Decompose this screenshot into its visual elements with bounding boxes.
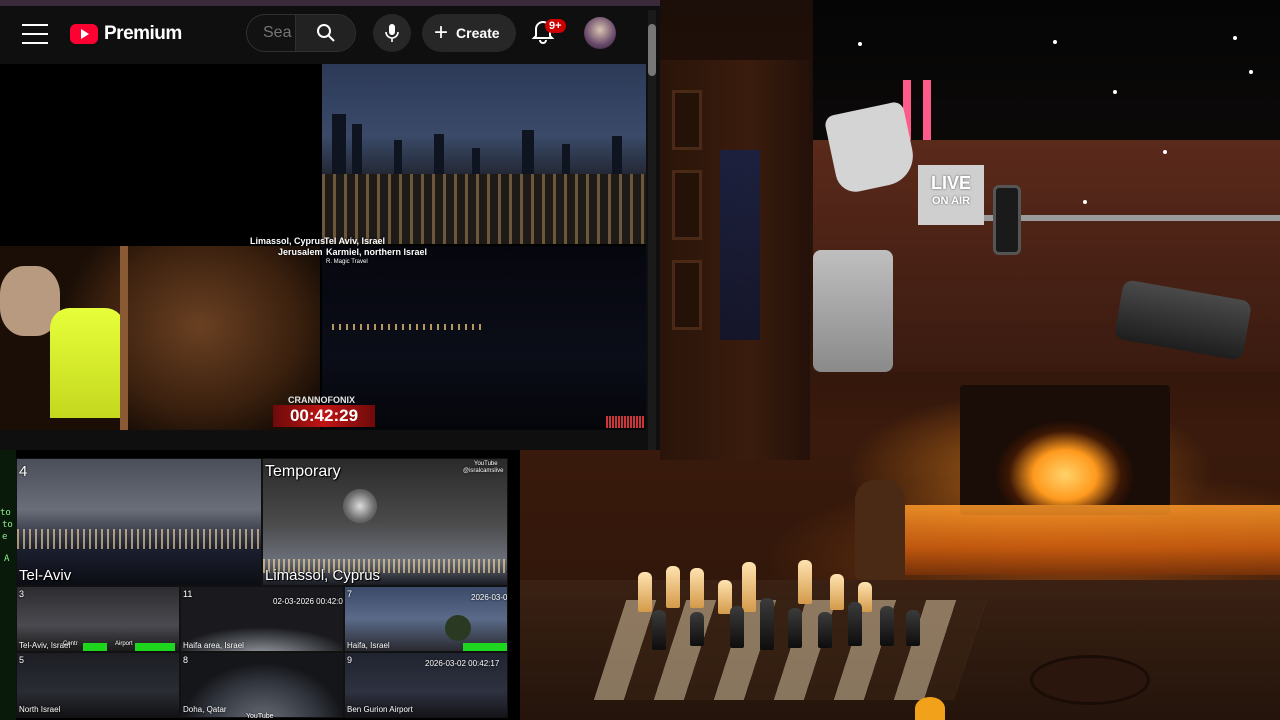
cam-9-ben-gurion[interactable]: 9 2026-03-02 00:42:17 Ben Gurion Airport — [344, 652, 508, 718]
plus-icon: + — [434, 19, 449, 46]
page-scrollbar[interactable] — [648, 10, 656, 450]
microphone-icon — [385, 24, 399, 42]
caption-limassol: Limassol, Cyprus — [250, 236, 326, 246]
cam-7-haifa[interactable]: 7 2026-03-02 Haifa, Israel — [344, 586, 508, 652]
audio-meter — [606, 416, 644, 428]
search-input[interactable] — [247, 15, 295, 51]
wall-frame — [672, 260, 702, 330]
status-bar — [135, 643, 175, 651]
hamburger-menu-icon[interactable] — [22, 24, 48, 44]
weight-plate — [993, 185, 1021, 255]
cam-label: Tel-Aviv — [19, 567, 72, 584]
video-cell-jerusalem — [0, 246, 320, 430]
desktop-stream-mashup: LIVE ON AIR Premium + Create — [0, 0, 1280, 720]
channel-brand: CRANNOFONIX — [288, 395, 355, 405]
resistance-band — [923, 80, 931, 140]
live-on-air-sign: LIVE ON AIR — [918, 165, 984, 225]
video-cell-karmiel — [322, 246, 646, 430]
caption-credit: R. Magic Travel — [326, 259, 368, 265]
wall-frame — [672, 170, 702, 240]
gym-live-stream[interactable]: LIVE ON AIR — [813, 0, 1280, 372]
video-player[interactable]: Limassol, Cyprus Tel Aviv, Israel Jerusa… — [0, 64, 646, 430]
side-terminal-strip: to to e A — [0, 450, 16, 720]
fire-flame — [985, 395, 1145, 505]
round-tray — [1030, 655, 1150, 705]
orange-pawn — [915, 697, 945, 720]
video-cell-black — [0, 64, 320, 244]
youtube-premium-logo[interactable]: Premium — [70, 22, 182, 46]
cam-tel-aviv[interactable]: 4 Tel-Aviv — [16, 458, 262, 586]
caption-jerusalem: Jerusalem — [278, 247, 323, 257]
youtube-play-icon — [70, 24, 98, 44]
voice-search-button[interactable] — [373, 14, 411, 52]
cam-title: Temporary — [265, 463, 341, 480]
night-window — [720, 150, 760, 340]
israel-cams-stream[interactable]: to to e A 4 Tel-Aviv Temporary YouTube @… — [0, 450, 520, 720]
cam-11-haifa-area[interactable]: 11 02-03-2026 00:42:07 Haifa area, Israe… — [180, 586, 344, 652]
create-button[interactable]: + Create — [422, 14, 516, 52]
cam-3-tel-aviv[interactable]: 3 Tel-Aviv, Israel Centr Airport — [16, 586, 180, 652]
search-box — [246, 14, 356, 52]
youtube-watermark: YouTube — [246, 713, 274, 720]
status-bar — [463, 643, 507, 651]
cam-limassol[interactable]: Temporary YouTube @isralcamslive Limasso… — [262, 458, 508, 586]
search-button[interactable] — [295, 15, 355, 51]
caption-karmiel: Karmiel, northern Israel — [326, 247, 428, 257]
stream-timer: 00:42:29 — [273, 405, 375, 427]
cam-8-doha[interactable]: 8 Doha, Qatar — [180, 652, 344, 718]
chess-pieces — [630, 550, 950, 660]
scrollbar-thumb[interactable] — [648, 24, 656, 76]
youtube-window: Premium + Create 9+ — [0, 0, 660, 450]
cam-5-north-israel[interactable]: 5 North Israel — [16, 652, 180, 718]
caption-tel-aviv: Tel Aviv, Israel — [324, 236, 386, 246]
status-bar — [83, 643, 107, 651]
wall-frame — [672, 90, 702, 150]
search-icon — [316, 24, 335, 42]
couch — [813, 250, 893, 372]
account-avatar[interactable] — [584, 17, 616, 49]
video-cell-tel-aviv-skyline — [322, 64, 646, 244]
cam-label: Limassol, Cyprus — [265, 567, 381, 584]
notification-count-badge: 9+ — [545, 19, 566, 33]
